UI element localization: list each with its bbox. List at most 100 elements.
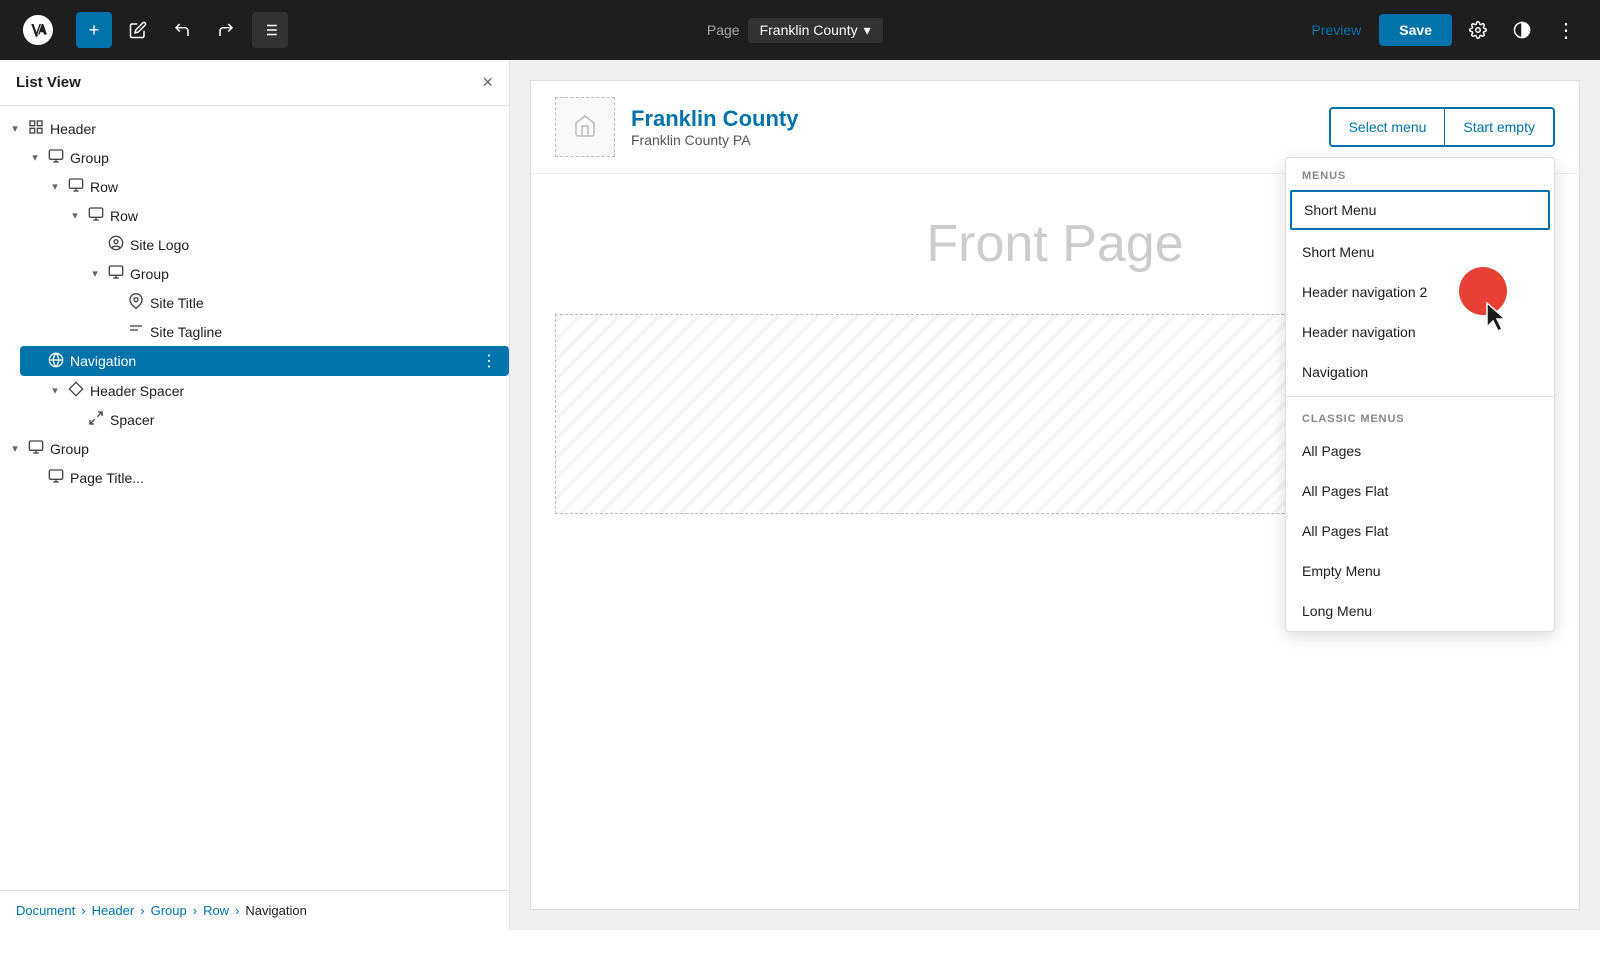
dropdown-item-long-menu[interactable]: Long Menu [1286, 591, 1554, 631]
dropdown-item-all-pages-flat-1[interactable]: All Pages Flat [1286, 471, 1554, 511]
front-page-text: Front Page [926, 214, 1183, 274]
site-logo-box [555, 97, 615, 157]
tree-label: Site Title [150, 295, 501, 311]
topbar: + Page Franklin County ▾ Preview Save ⋮ [0, 0, 1600, 60]
dropdown-item-header-nav[interactable]: Header navigation [1286, 312, 1554, 352]
tree-item-spacer[interactable]: ▾ Spacer [60, 405, 509, 434]
nav-actions: Select menu Start empty [1329, 107, 1555, 147]
tree-label: Group [130, 266, 501, 282]
page-label: Page [707, 22, 740, 38]
breadcrumb-navigation[interactable]: Navigation [245, 903, 306, 918]
edit-button[interactable] [120, 12, 156, 48]
chevron-icon: ▾ [8, 442, 22, 455]
tree-label: Header [50, 121, 501, 137]
breadcrumb-row[interactable]: Row [203, 903, 229, 918]
tree-label: Site Logo [130, 237, 501, 253]
menus-section-label: MENUS [1286, 158, 1554, 188]
layout-icon [66, 177, 86, 196]
site-info: Franklin County Franklin County PA [631, 106, 1313, 148]
tree-label: Group [50, 441, 501, 457]
main-layout: List View × ▾ Header ▾ Group [0, 60, 1600, 930]
preview-button[interactable]: Preview [1302, 16, 1372, 44]
content-area: Franklin County Franklin County PA Selec… [510, 60, 1600, 930]
diamond-icon [66, 381, 86, 400]
navigation-icon [46, 352, 66, 371]
logo-placeholder [573, 114, 597, 141]
tree-item-row2[interactable]: ▾ Row [60, 201, 509, 230]
layout-icon [106, 264, 126, 283]
tree-item-group3[interactable]: ▾ Group [0, 434, 509, 463]
layout-icon [46, 468, 66, 487]
sidebar-header: List View × [0, 60, 509, 106]
redo-button[interactable] [208, 12, 244, 48]
chevron-down-icon: ▾ [864, 22, 871, 39]
page-name: Franklin County [760, 22, 858, 38]
grid-icon [26, 119, 46, 138]
tree-item-group1[interactable]: ▾ Group [20, 143, 509, 172]
classic-menus-section-label: CLASSIC MENUS [1286, 401, 1554, 431]
tree-item-page-title[interactable]: ▾ Page Title... [20, 463, 509, 492]
save-button[interactable]: Save [1379, 14, 1452, 46]
tree-label: Spacer [110, 412, 501, 428]
tree-label: Site Tagline [150, 324, 501, 340]
tree-item-header[interactable]: ▾ Header [0, 114, 509, 143]
contrast-button[interactable] [1504, 12, 1540, 48]
chevron-icon: ▾ [8, 122, 22, 135]
site-tagline: Franklin County PA [631, 132, 1313, 148]
dropdown-item-empty-menu[interactable]: Empty Menu [1286, 551, 1554, 591]
topbar-center: Page Franklin County ▾ [296, 18, 1294, 43]
sidebar-close-button[interactable]: × [482, 72, 493, 93]
tree-label: Page Title... [70, 470, 501, 486]
start-empty-button[interactable]: Start empty [1445, 109, 1553, 145]
sidebar: List View × ▾ Header ▾ Group [0, 60, 510, 930]
page-name-pill[interactable]: Franklin County ▾ [748, 18, 883, 43]
site-name[interactable]: Franklin County [631, 106, 1313, 132]
tree-item-site-tagline[interactable]: ▾ Site Tagline [100, 317, 509, 346]
chevron-icon: ▾ [68, 209, 82, 222]
select-menu-button[interactable]: Select menu [1331, 109, 1445, 145]
lines-icon [126, 322, 146, 341]
list-view-button[interactable] [252, 12, 288, 48]
tree-item-navigation[interactable]: ▾ Navigation ⋮ [20, 346, 509, 376]
breadcrumb-document[interactable]: Document [16, 903, 75, 918]
tree-item-header-spacer[interactable]: ▾ Header Spacer [40, 376, 509, 405]
tree-item-site-title[interactable]: ▾ Site Title [100, 288, 509, 317]
dropdown-item-short-menu-2[interactable]: Short Menu [1286, 232, 1554, 272]
sidebar-title: List View [16, 74, 81, 91]
chevron-icon: ▾ [88, 267, 102, 280]
breadcrumb-header[interactable]: Header [92, 903, 135, 918]
dropdown-separator [1286, 396, 1554, 397]
breadcrumb-group[interactable]: Group [151, 903, 187, 918]
pin-icon [126, 293, 146, 312]
dropdown-item-navigation[interactable]: Navigation [1286, 352, 1554, 392]
add-block-button[interactable]: + [76, 12, 112, 48]
canvas: Franklin County Franklin County PA Selec… [530, 80, 1580, 910]
tree: ▾ Header ▾ Group ▾ Row [0, 106, 509, 890]
chevron-icon: ▾ [48, 180, 62, 193]
layout-icon [86, 206, 106, 225]
circle-icon [106, 235, 126, 254]
tree-label: Row [110, 208, 501, 224]
dropdown-item-header-nav-2[interactable]: Header navigation 2 [1286, 272, 1554, 312]
undo-button[interactable] [164, 12, 200, 48]
tree-label: Header Spacer [90, 383, 501, 399]
more-options-button[interactable]: ⋮ [1548, 12, 1584, 48]
wp-logo [16, 8, 60, 52]
chevron-icon: ▾ [28, 151, 42, 164]
tree-label: Row [90, 179, 501, 195]
topbar-right: Preview Save ⋮ [1302, 12, 1585, 48]
tree-item-site-logo[interactable]: ▾ Site Logo [80, 230, 509, 259]
layout-icon [26, 439, 46, 458]
tree-item-group2[interactable]: ▾ Group [80, 259, 509, 288]
dropdown-item-short-menu-1[interactable]: Short Menu [1290, 190, 1550, 230]
site-header-preview: Franklin County Franklin County PA Selec… [531, 81, 1579, 174]
chevron-icon: ▾ [48, 384, 62, 397]
tree-item-row1[interactable]: ▾ Row [40, 172, 509, 201]
dropdown-item-all-pages-flat-2[interactable]: All Pages Flat [1286, 511, 1554, 551]
navigation-more-button[interactable]: ⋮ [477, 351, 501, 371]
layout-icon [46, 148, 66, 167]
arrow-diagonal-icon [86, 410, 106, 429]
dropdown-item-all-pages[interactable]: All Pages [1286, 431, 1554, 471]
settings-button[interactable] [1460, 12, 1496, 48]
tree-label: Group [70, 150, 501, 166]
